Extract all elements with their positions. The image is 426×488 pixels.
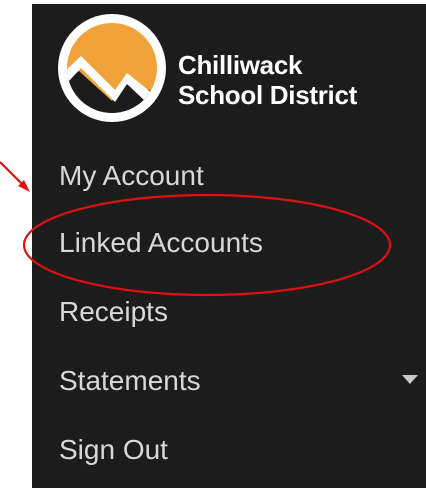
nav-item-statements[interactable]: Statements	[32, 346, 426, 415]
nav-item-label: Linked Accounts	[59, 226, 263, 258]
annotation-arrow-head	[18, 180, 30, 192]
nav-item-label: Statements	[59, 364, 201, 396]
district-name: Chilliwack School District	[178, 50, 357, 110]
sidebar-menu: Chilliwack School District My Account Li…	[32, 4, 426, 488]
screenshot-frame: Chilliwack School District My Account Li…	[0, 0, 426, 488]
nav-item-label: My Account	[59, 160, 204, 191]
nav-item-receipts[interactable]: Receipts	[32, 277, 426, 346]
nav-item-label: Sign Out	[59, 433, 168, 465]
nav-item-linked-accounts[interactable]: Linked Accounts	[32, 208, 426, 277]
nav-item-sign-out[interactable]: Sign Out	[32, 415, 426, 484]
district-logo[interactable]: Chilliwack School District	[57, 13, 412, 123]
chevron-down-icon[interactable]	[402, 375, 418, 384]
district-name-line2: School District	[178, 80, 357, 110]
nav-item-my-account[interactable]: My Account	[32, 154, 426, 208]
mountain-logo-icon	[58, 14, 166, 122]
nav-list: My Account Linked Accounts Receipts Stat…	[32, 154, 426, 484]
district-name-line1: Chilliwack	[178, 50, 303, 80]
nav-item-label: Receipts	[59, 295, 168, 327]
annotation-arrow-line	[0, 161, 27, 189]
